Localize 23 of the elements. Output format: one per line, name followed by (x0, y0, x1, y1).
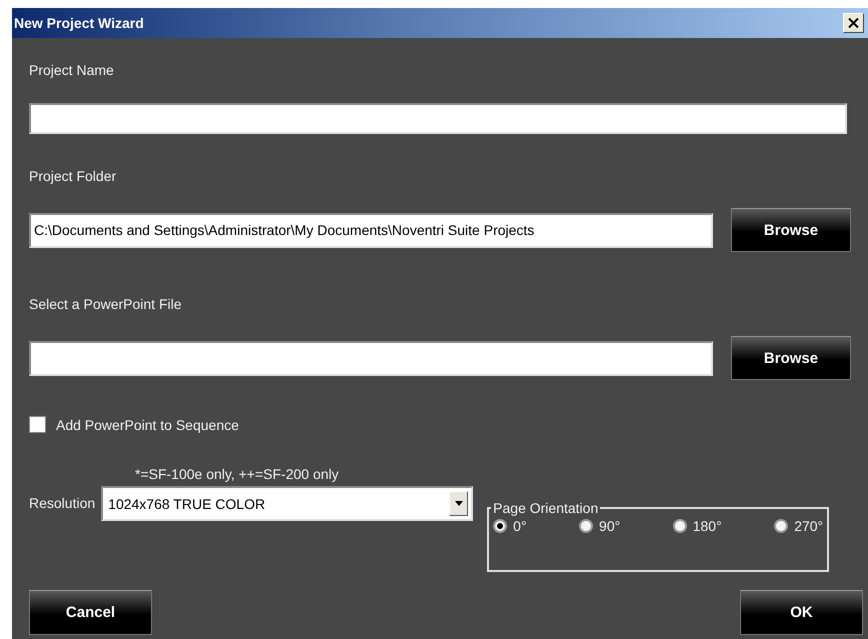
radio-button[interactable]: 270° (774, 518, 824, 534)
note-text: *=SF-100e only, ++=SF-200 only (135, 466, 339, 482)
cancel-button[interactable]: Cancel (29, 590, 152, 635)
close-button[interactable] (843, 13, 864, 33)
checkbox-label: Add PowerPoint to Sequence (56, 416, 239, 432)
close-icon (848, 18, 859, 28)
radio-button[interactable]: 180° (672, 518, 722, 534)
field-label: Select a PowerPoint File (29, 295, 182, 314)
window-title: New Project Wizard (14, 15, 144, 31)
text-field[interactable] (29, 102, 847, 134)
browse-button[interactable]: Browse (731, 336, 851, 380)
resolution-dropdown[interactable]: 1024x768 TRUE COLOR (101, 486, 474, 521)
group-title: Page Orientation (492, 500, 600, 516)
resolution-label: Resolution (29, 495, 96, 511)
text-field[interactable]: C:\Documents and Settings\Administrator\My Documents\Noventri Suite Projects (29, 212, 713, 248)
text-field[interactable] (29, 340, 713, 376)
radio-button[interactable]: 0° (493, 518, 527, 534)
checkbox[interactable] (29, 416, 46, 433)
browse-button[interactable]: Browse (731, 208, 851, 252)
field-label: Project Name (29, 61, 114, 80)
ok-button[interactable]: OK (740, 590, 863, 635)
radio-button[interactable]: 90° (579, 518, 620, 534)
field-label: Project Folder (29, 167, 116, 186)
